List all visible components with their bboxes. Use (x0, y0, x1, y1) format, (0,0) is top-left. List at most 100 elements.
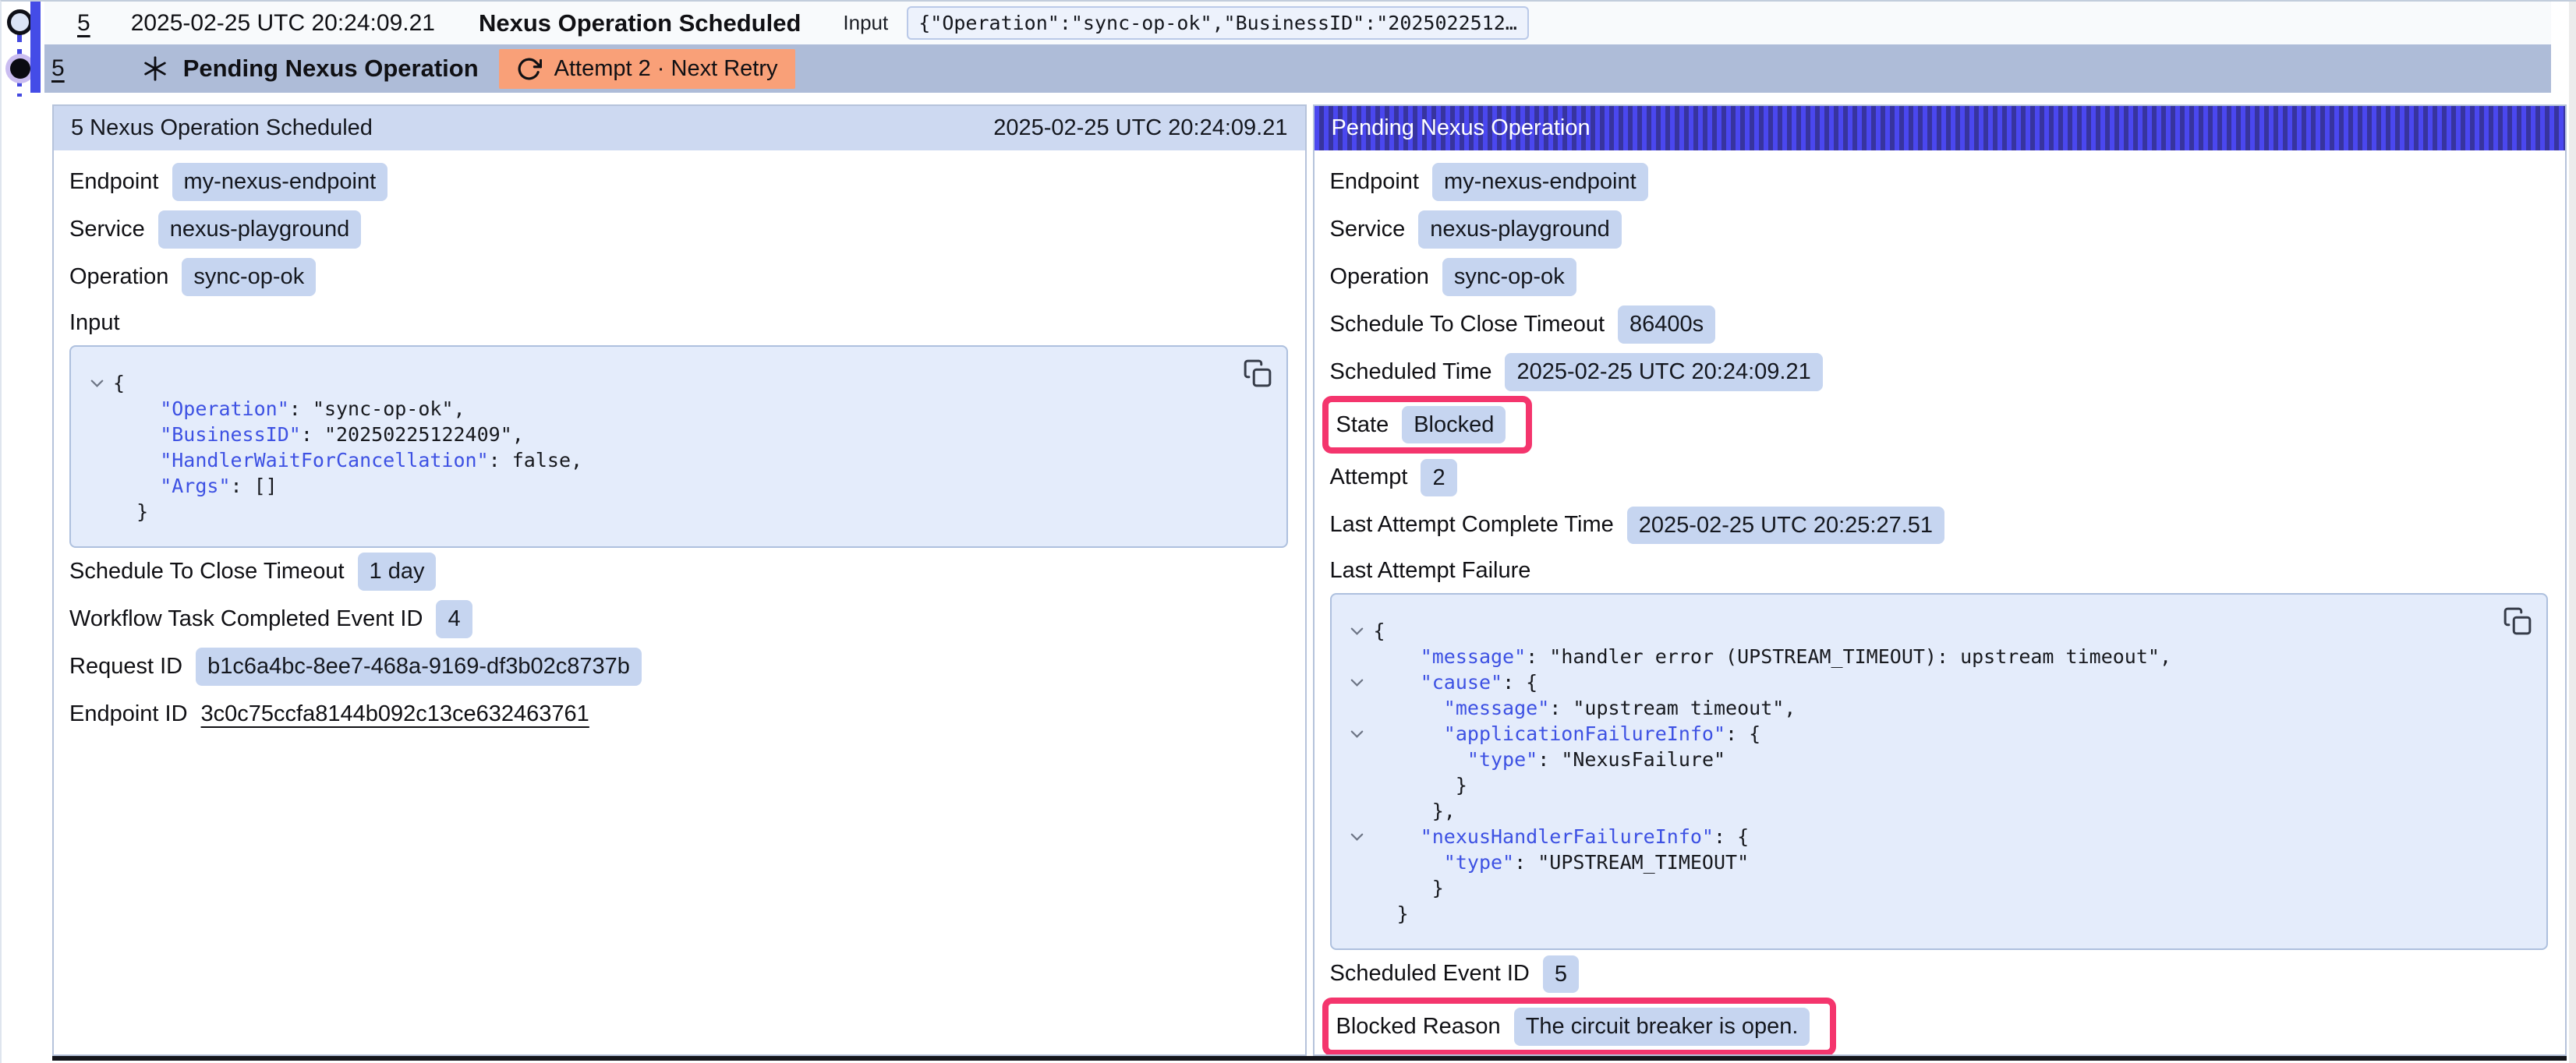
detail-row-wft-completed-event-id: Workflow Task Completed Event ID 4 (69, 595, 1288, 643)
json-line: "type": "NexusFailure" (1341, 747, 2485, 772)
detail-label: Last Attempt Complete Time (1330, 512, 1614, 538)
code-gutter (1341, 849, 1374, 875)
attempt-retry-badge: Attempt 2 · Next Retry (499, 49, 795, 89)
chevron-down-icon[interactable] (1341, 669, 1374, 695)
json-line: "applicationFailureInfo": { (1341, 721, 2485, 747)
asterisk-icon (141, 55, 169, 83)
event-history-screen: 5 2025-02-25 UTC 20:24:09.21 Nexus Opera… (0, 0, 2576, 1063)
detail-label: Endpoint ID (69, 701, 188, 727)
detail-chip: 2 (1421, 459, 1456, 496)
timeline-open-circle-icon (7, 9, 33, 35)
event-id-link[interactable]: 5 (51, 55, 65, 82)
event-row-pending-nexus-operation[interactable]: 5 Pending Nexus Operation Attempt 2 · Ne… (2, 44, 2551, 93)
input-preview-chip: {"Operation":"sync-op-ok","BusinessID":"… (907, 6, 1529, 40)
event-details-group: 5 Nexus Operation Scheduled 2025-02-25 U… (52, 104, 2567, 1061)
detail-label: Attempt (1330, 464, 1408, 490)
chevron-down-icon[interactable] (1341, 721, 1374, 747)
detail-label: Request ID (69, 654, 182, 680)
code-gutter (80, 473, 113, 499)
detail-label: Schedule To Close Timeout (69, 559, 345, 584)
event-timestamp: 2025-02-25 UTC 20:24:09.21 (131, 10, 435, 37)
detail-label: Blocked Reason (1336, 1014, 1501, 1040)
scheduled-panel-header: 5 Nexus Operation Scheduled 2025-02-25 U… (54, 106, 1305, 150)
panel-timestamp: 2025-02-25 UTC 20:24:09.21 (993, 115, 1287, 141)
detail-label: Endpoint (1330, 169, 1420, 195)
detail-chip: 5 (1543, 955, 1579, 993)
json-line: } (80, 499, 1224, 524)
detail-label: Schedule To Close Timeout (1330, 312, 1605, 337)
timeline-current-dot-icon (10, 58, 30, 79)
detail-chip: 86400s (1618, 305, 1715, 343)
detail-row-schedule-to-close: Schedule To Close Timeout 86400s (1330, 301, 2549, 348)
detail-row-attempt: Attempt 2 (1330, 454, 2549, 501)
event-id-link[interactable]: 5 (77, 10, 90, 37)
scheduled-event-panel: 5 Nexus Operation Scheduled 2025-02-25 U… (52, 104, 1307, 1056)
detail-row-service: Service nexus-playground (69, 206, 1288, 253)
detail-row-endpoint-id: Endpoint ID 3c0c75ccfa8144b092c13ce63246… (69, 690, 1288, 738)
json-line: "BusinessID": "20250225122409", (80, 422, 1224, 447)
detail-label: Service (69, 217, 145, 242)
detail-row-request-id: Request ID b1c6a4bc-8ee7-468a-9169-df3b0… (69, 643, 1288, 690)
json-line: "cause": { (1341, 669, 2485, 695)
json-line: }, (1341, 798, 2485, 824)
detail-label: Endpoint (69, 169, 159, 195)
json-line: "type": "UPSTREAM_TIMEOUT" (1341, 849, 2485, 875)
scheduled-panel-body: Endpoint my-nexus-endpoint Service nexus… (54, 150, 1305, 738)
pending-operation-panel: Pending Nexus Operation Endpoint my-nexu… (1313, 104, 2567, 1056)
event-name: Nexus Operation Scheduled (479, 9, 801, 37)
json-line: { (1341, 618, 2485, 644)
state-chip: Blocked (1402, 406, 1506, 443)
copy-button[interactable] (1241, 358, 1274, 390)
json-line: "message": "handler error (UPSTREAM_TIME… (1341, 644, 2485, 669)
detail-chip: my-nexus-endpoint (172, 163, 388, 200)
retry-icon (516, 56, 542, 82)
json-line: } (1341, 901, 2485, 927)
attempt-badge-label: Attempt 2 · Next Retry (554, 56, 778, 82)
json-line: "Args": [] (80, 473, 1224, 499)
last-attempt-failure-label: Last Attempt Failure (1330, 558, 2549, 584)
chevron-down-icon[interactable] (1341, 824, 1374, 849)
detail-chip: 2025-02-25 UTC 20:25:27.51 (1627, 507, 1944, 544)
detail-label: Workflow Task Completed Event ID (69, 606, 423, 632)
code-gutter (80, 422, 113, 447)
copy-button[interactable] (2501, 606, 2534, 638)
state-highlight-box: State Blocked (1322, 396, 1533, 454)
detail-row-endpoint: Endpoint my-nexus-endpoint (1330, 158, 2549, 206)
detail-label: State (1336, 412, 1389, 438)
detail-label: Scheduled Time (1330, 359, 1492, 385)
json-line: "nexusHandlerFailureInfo": { (1341, 824, 2485, 849)
detail-chip: sync-op-ok (182, 258, 316, 295)
code-gutter (1341, 798, 1374, 824)
detail-row-scheduled-event-id: Scheduled Event ID 5 (1330, 950, 2549, 998)
failure-code-block: {"message": "handler error (UPSTREAM_TIM… (1330, 593, 2549, 950)
json-line: } (1341, 772, 2485, 798)
input-inline-label: Input (843, 11, 888, 35)
detail-label: Scheduled Event ID (1330, 961, 1530, 987)
code-gutter (1341, 901, 1374, 927)
detail-chip: nexus-playground (1418, 210, 1622, 248)
json-line: { (80, 370, 1224, 396)
detail-row-service: Service nexus-playground (1330, 206, 2549, 253)
chevron-down-icon[interactable] (80, 370, 113, 396)
panel-title: 5 Nexus Operation Scheduled (71, 115, 373, 141)
chevron-down-icon[interactable] (1341, 618, 1374, 644)
detail-row-schedule-to-close: Schedule To Close Timeout 1 day (69, 548, 1288, 595)
code-gutter (80, 396, 113, 422)
code-gutter (1341, 644, 1374, 669)
event-row-nexus-operation-scheduled[interactable]: 5 2025-02-25 UTC 20:24:09.21 Nexus Opera… (2, 2, 2551, 44)
detail-chip: 4 (436, 600, 472, 637)
blocked-reason-chip: The circuit breaker is open. (1514, 1008, 1810, 1045)
detail-row-blocked-reason: Blocked Reason The circuit breaker is op… (1330, 998, 2549, 1055)
scrollbar-gutter[interactable] (2569, 2, 2576, 1063)
detail-chip: b1c6a4bc-8ee7-468a-9169-df3b02c8737b (196, 648, 642, 685)
event-name: Pending Nexus Operation (183, 55, 479, 83)
endpoint-id-link[interactable]: 3c0c75ccfa8144b092c13ce632463761 (201, 701, 589, 727)
detail-row-scheduled-time: Scheduled Time 2025-02-25 UTC 20:24:09.2… (1330, 348, 2549, 396)
code-gutter (80, 447, 113, 473)
pending-panel-header: Pending Nexus Operation (1315, 106, 2566, 150)
input-section-label: Input (69, 310, 1288, 336)
detail-chip: 1 day (358, 553, 437, 590)
detail-label: Operation (69, 264, 168, 290)
detail-row-operation: Operation sync-op-ok (69, 253, 1288, 301)
json-line: } (1341, 875, 2485, 901)
